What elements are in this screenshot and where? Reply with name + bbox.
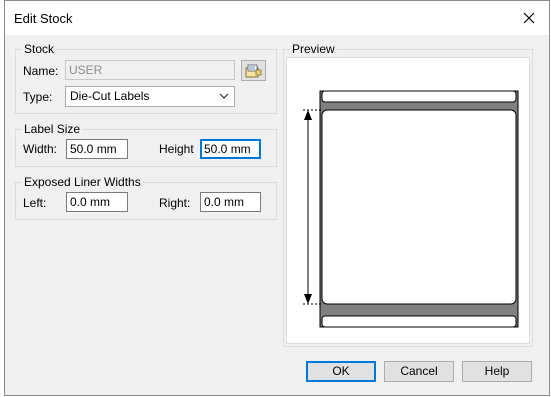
preview-group-label: Preview: [290, 42, 337, 56]
cancel-button[interactable]: Cancel: [384, 361, 454, 382]
height-field[interactable]: 50.0 mm: [200, 139, 261, 159]
close-button[interactable]: [515, 5, 543, 31]
title-bar: Edit Stock: [5, 1, 549, 35]
label-size-group-label: Label Size: [22, 122, 83, 136]
chevron-down-icon: [219, 87, 229, 112]
ok-button[interactable]: OK: [306, 361, 376, 382]
preview-canvas: [286, 57, 530, 344]
left-liner-field[interactable]: 0.0 mm: [66, 192, 128, 212]
help-button[interactable]: Help: [462, 361, 532, 382]
name-field[interactable]: USER: [65, 60, 235, 80]
right-label: Right:: [159, 196, 191, 210]
label-preview-graphic: [303, 90, 519, 328]
height-label: Height: [159, 142, 194, 156]
type-dropdown-value: Die-Cut Labels: [70, 89, 150, 103]
type-dropdown[interactable]: Die-Cut Labels: [65, 86, 235, 107]
dialog-title: Edit Stock: [14, 11, 73, 26]
browse-stock-button[interactable]: [241, 60, 266, 81]
width-label: Width:: [23, 142, 58, 156]
close-icon: [523, 12, 535, 24]
width-field[interactable]: 50.0 mm: [66, 139, 128, 159]
liner-widths-group-label: Exposed Liner Widths: [22, 175, 143, 189]
name-label: Name:: [23, 64, 59, 78]
type-label: Type:: [23, 90, 53, 104]
left-label: Left:: [23, 196, 47, 210]
right-liner-field[interactable]: 0.0 mm: [200, 192, 261, 212]
edit-stock-dialog: Edit Stock Stock Name: USER Type: Die-Cu…: [4, 0, 550, 396]
stock-group-label: Stock: [22, 42, 57, 56]
folder-browse-icon: [245, 64, 262, 77]
